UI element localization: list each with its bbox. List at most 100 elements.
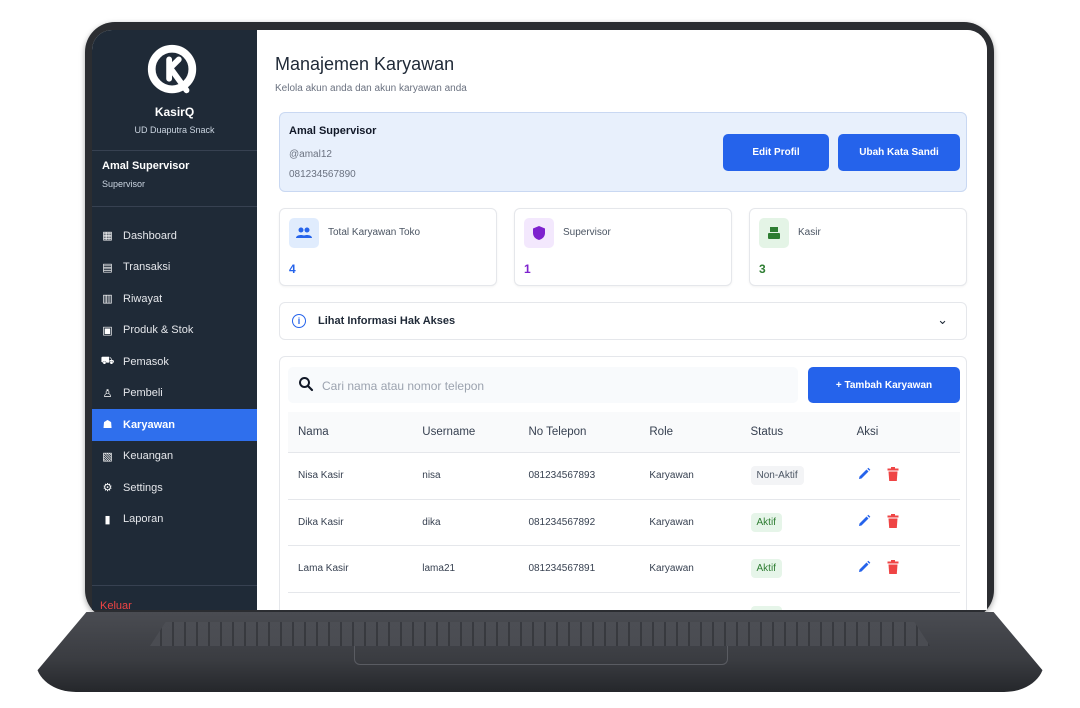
stat-value: 4 — [289, 262, 296, 276]
stat-label: Supervisor — [563, 227, 611, 238]
trash-icon[interactable] — [887, 467, 899, 482]
page-title: Manajemen Karyawan — [275, 54, 455, 74]
search-icon — [299, 377, 314, 392]
column-header: Nama — [288, 412, 413, 453]
profile-username: @amal12 — [289, 149, 332, 160]
shield-icon — [524, 218, 554, 248]
cell-role: Supervisor — [639, 591, 741, 610]
main-content: Manajemen Karyawan Kelola akun anda dan … — [257, 30, 987, 610]
sidebar-item-label: Settings — [123, 481, 163, 494]
person-icon: ♙ — [102, 387, 113, 400]
inventory-icon: ▣ — [102, 324, 113, 337]
stat-label: Total Karyawan Toko — [328, 227, 421, 238]
table-header-row: Nama Username No Telepon Role Status Aksi — [288, 412, 960, 453]
truck-icon: ⛟ — [100, 354, 115, 367]
row-actions — [857, 560, 899, 575]
cell-role: Karyawan — [639, 545, 741, 592]
access-info-label: Lihat Informasi Hak Akses — [318, 315, 456, 327]
cell-telepon: 081234567893 — [518, 452, 640, 499]
column-header: Aksi — [846, 412, 960, 453]
add-employee-button[interactable]: + Tambah Karyawan — [808, 367, 960, 403]
cell-role: Karyawan — [639, 498, 741, 546]
sidebar-item-dashboard[interactable]: ▦ Dashboard — [92, 220, 257, 252]
divider — [92, 585, 257, 586]
sidebar-item-label: Transaksi — [123, 261, 171, 274]
bar-chart-icon: ▮ — [104, 513, 111, 526]
cell-actions — [846, 545, 960, 592]
cell-actions: (Akun Anda) — [846, 591, 960, 610]
cell-status: Aktif — [740, 498, 847, 546]
cell-actions — [846, 498, 960, 546]
table-row: Lama Kasir lama21 081234567891 Karyawan Akti… — [288, 545, 960, 592]
cell-role: Karyawan — [639, 452, 741, 499]
divider — [92, 150, 257, 151]
sidebar-item-laporan[interactable]: ▮ Laporan — [92, 504, 257, 536]
table-row: Nisa Kasir nisa 081234567893 Karyawan Non-Ak… — [288, 452, 960, 499]
table-row: Dika Kasir dika 081234567892 Karyawan Aktif — [288, 498, 960, 546]
edit-icon[interactable] — [857, 467, 871, 481]
sidebar-item-produk-stok[interactable]: ▣ Produk & Stok — [92, 315, 257, 347]
sidebar-nav: ▦ Dashboard ▤ Transaksi ▥ Riwayat ▣ Produk & St… — [92, 220, 257, 535]
profile-phone: 081234567890 — [289, 169, 356, 180]
sidebar-item-pembeli[interactable]: ♙ Pembeli — [92, 378, 257, 410]
sidebar-item-settings[interactable]: ⚙ Settings — [92, 472, 257, 504]
laptop-trackpad — [354, 646, 728, 665]
table-row: Amal Supervisoramal12081234567890Supervi… — [288, 591, 960, 610]
sidebar-item-label: Dashboard — [123, 229, 177, 242]
sidebar-item-label: Produk & Stok — [123, 324, 194, 337]
cell-telepon: 081234567891 — [518, 545, 640, 592]
sidebar-item-riwayat[interactable]: ▥ Riwayat — [92, 283, 257, 315]
cell-nama: Nisa Kasir — [288, 452, 413, 499]
status-badge: Aktif — [750, 559, 782, 579]
gear-icon: ⚙ — [102, 482, 113, 495]
cell-nama: Amal Supervisor — [288, 591, 413, 610]
cell-status: Aktif — [740, 545, 847, 592]
logout-button[interactable]: Keluar — [100, 600, 132, 610]
cell-username: nisa — [412, 452, 519, 499]
divider — [92, 206, 257, 207]
stat-value: 1 — [524, 262, 531, 276]
profile-card: Amal Supervisor @amal12 081234567890 Edi… — [279, 112, 967, 192]
chevron-down-icon: ⌄ — [937, 312, 948, 327]
info-icon: i — [292, 314, 306, 328]
sidebar-item-pemasok[interactable]: ⛟ Pemasok — [92, 346, 257, 378]
cash-register-icon: ▤ — [102, 261, 113, 274]
cell-nama: Dika Kasir — [288, 498, 413, 546]
cell-status: Non-Aktif — [740, 452, 847, 499]
sidebar-item-transaksi[interactable]: ▤ Transaksi — [92, 252, 257, 284]
stat-card: Total Karyawan Toko 4 — [279, 208, 497, 286]
access-info-toggle[interactable]: i Lihat Informasi Hak Akses ⌄ — [279, 302, 967, 340]
cell-status: Aktif — [740, 591, 847, 610]
status-badge: Non-Aktif — [750, 466, 804, 486]
people-icon — [289, 218, 319, 248]
status-badge: Aktif — [750, 512, 782, 532]
sidebar-item-keuangan[interactable]: ▧ Keuangan — [92, 441, 257, 473]
cell-username: amal12 — [412, 591, 519, 610]
trash-icon[interactable] — [887, 560, 899, 575]
cell-telepon: 081234567890 — [518, 591, 640, 610]
column-header: Status — [740, 412, 847, 453]
edit-icon[interactable] — [857, 560, 871, 574]
employee-table: Nama Username No Telepon Role Status Aksi Nis… — [288, 412, 960, 610]
edit-profile-button[interactable]: Edit Profil — [723, 134, 829, 171]
employee-panel: + Tambah Karyawan NamaUsernameNo Telepon… — [279, 356, 967, 610]
sidebar-item-karyawan[interactable]: ☗ Karyawan — [92, 409, 257, 441]
column-header: Username — [412, 412, 519, 453]
search-box — [288, 367, 798, 403]
page-subtitle: Kelola akun anda dan akun karyawan anda — [275, 83, 467, 94]
shop-name: UD Duaputra Snack — [134, 125, 215, 135]
cell-actions — [846, 452, 960, 499]
sidebar-user-name: Amal Supervisor — [102, 160, 190, 172]
cell-nama: Lama Kasir — [288, 545, 413, 592]
change-password-button[interactable]: Ubah Kata Sandi — [838, 134, 960, 171]
receipt-icon: ▥ — [102, 293, 113, 306]
trash-icon[interactable] — [887, 513, 899, 528]
sidebar-user-role: Supervisor — [102, 179, 146, 189]
cell-username: dika — [412, 498, 519, 546]
cell-username: lama21 — [412, 545, 519, 592]
dashboard-icon: ▦ — [102, 230, 113, 243]
app-screen: KasirQ UD Duaputra Snack Amal Supervisor… — [92, 30, 987, 610]
laptop-keyboard — [150, 622, 930, 646]
edit-icon[interactable] — [857, 514, 871, 528]
search-input[interactable] — [320, 375, 784, 397]
